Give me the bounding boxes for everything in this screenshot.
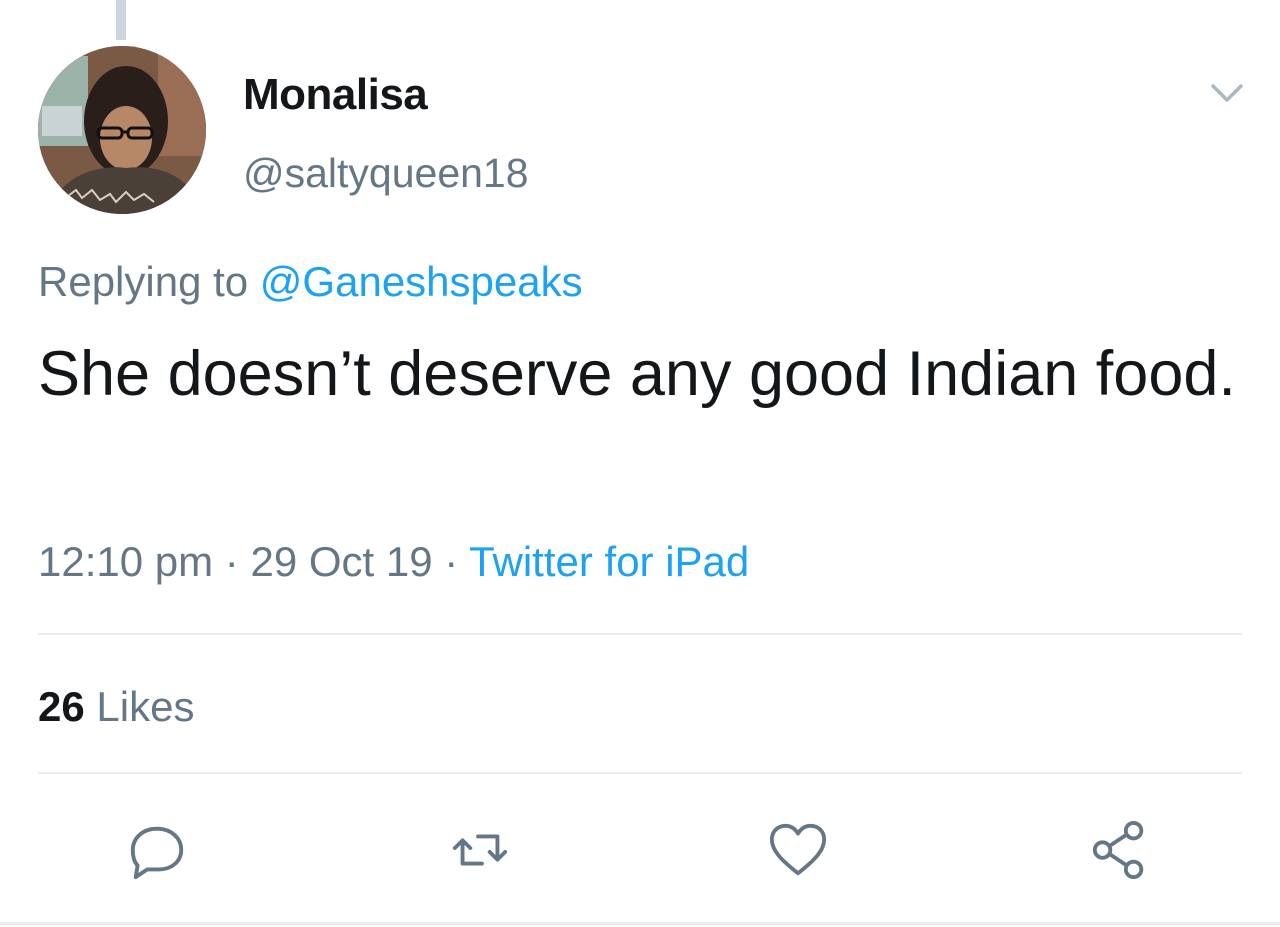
tweet-text: She doesn’t deserve any good Indian food… bbox=[38, 339, 1236, 409]
meta-separator: · bbox=[444, 538, 459, 585]
replying-to-line: Replying to @Ganeshspeaks bbox=[38, 258, 583, 306]
replying-to-mention-link[interactable]: @Ganeshspeaks bbox=[260, 258, 583, 305]
reply-button[interactable] bbox=[125, 818, 189, 882]
likes-count: 26 bbox=[38, 683, 85, 730]
retweet-button[interactable] bbox=[448, 818, 512, 882]
likes-stat[interactable]: 26 Likes bbox=[38, 683, 194, 731]
thread-connector-line bbox=[116, 0, 126, 40]
divider bbox=[38, 633, 1242, 635]
tweet-source-link[interactable]: Twitter for iPad bbox=[469, 538, 749, 585]
user-handle[interactable]: @saltyqueen18 bbox=[243, 150, 529, 197]
reply-icon bbox=[130, 826, 184, 880]
share-button[interactable] bbox=[1088, 818, 1152, 882]
tweet-metadata: 12:10 pm · 29 Oct 19 · Twitter for iPad bbox=[38, 538, 749, 586]
tweet-detail: Monalisa @saltyqueen18 Replying to @Gane… bbox=[0, 0, 1280, 927]
retweet-icon bbox=[452, 834, 508, 866]
like-button[interactable] bbox=[766, 818, 830, 882]
avatar[interactable] bbox=[38, 46, 206, 214]
tweet-date[interactable]: 29 Oct 19 bbox=[250, 538, 432, 585]
likes-label: Likes bbox=[96, 683, 195, 730]
heart-icon bbox=[769, 823, 827, 876]
chevron-down-icon[interactable] bbox=[1205, 74, 1249, 110]
divider bbox=[0, 922, 1280, 925]
display-name[interactable]: Monalisa bbox=[243, 70, 428, 120]
share-icon bbox=[1092, 820, 1144, 880]
tweet-time[interactable]: 12:10 pm bbox=[38, 538, 213, 585]
divider bbox=[38, 772, 1242, 774]
replying-to-prefix: Replying to bbox=[38, 258, 249, 305]
avatar-image bbox=[38, 46, 206, 214]
meta-separator: · bbox=[224, 538, 239, 585]
